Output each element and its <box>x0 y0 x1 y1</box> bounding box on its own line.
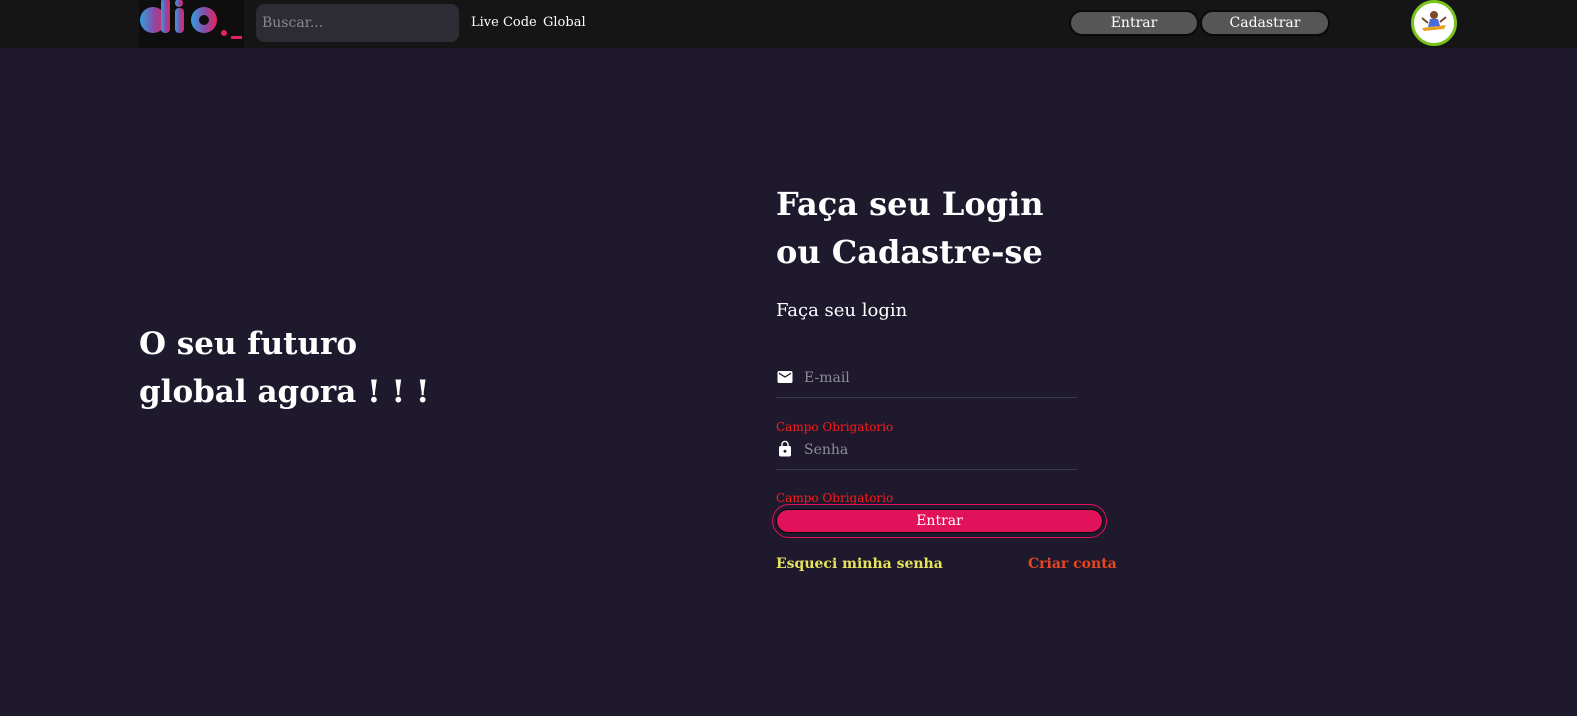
hero-title: O seu futuro global agora ! ! ! <box>139 326 430 410</box>
header-login-button[interactable]: Entrar <box>1069 10 1199 36</box>
nav-live-code[interactable]: Live Code <box>471 15 537 30</box>
email-field <box>776 360 1077 398</box>
avatar-image <box>1414 3 1454 43</box>
form-subtitle: Faça seu login <box>776 300 908 321</box>
submit-login-button[interactable]: Entrar <box>776 509 1103 533</box>
form-title: Faça seu Login ou Cadastre-se <box>776 185 1044 271</box>
password-field <box>776 432 1077 470</box>
lock-icon <box>776 440 794 458</box>
login-form: Faça seu Login ou Cadastre-se Faça seu l… <box>772 180 1117 572</box>
email-input[interactable] <box>804 360 1076 396</box>
top-header: Live Code Global Entrar Cadastrar <box>0 0 1577 48</box>
dio-logo[interactable] <box>139 0 244 48</box>
password-error: Campo Obrigatorio <box>776 491 894 505</box>
nav-global[interactable]: Global <box>543 15 586 30</box>
search-input[interactable] <box>256 4 459 42</box>
header-register-button[interactable]: Cadastrar <box>1200 10 1330 36</box>
forgot-password-link[interactable]: Esqueci minha senha <box>776 556 943 572</box>
create-account-link[interactable]: Criar conta <box>1028 556 1117 572</box>
mail-icon <box>776 368 794 386</box>
avatar[interactable] <box>1411 0 1457 46</box>
password-input[interactable] <box>804 432 1076 468</box>
submit-focus-ring: Entrar <box>772 504 1107 538</box>
